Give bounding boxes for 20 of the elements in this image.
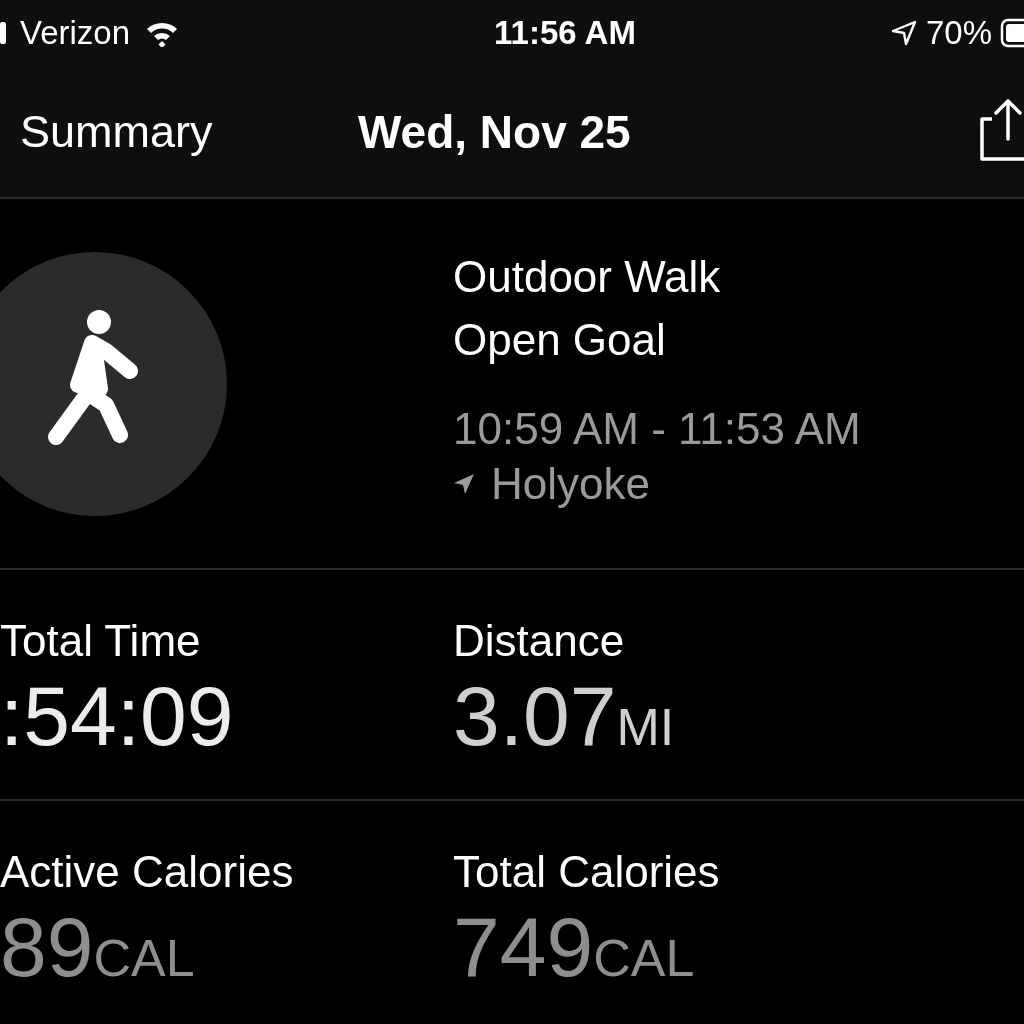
stat-label: Total Time — [0, 615, 202, 667]
stat-label: Total Calories — [453, 846, 720, 898]
stat-value: :54:09 — [0, 668, 235, 764]
carrier-name: Verizon — [20, 14, 131, 52]
stat-label: Distance — [453, 615, 626, 667]
battery-icon — [1000, 18, 1024, 48]
back-link[interactable]: Summary — [20, 105, 358, 158]
status-time: 11:56 AM — [494, 14, 636, 52]
location-arrow-icon — [889, 19, 918, 47]
battery-percent: 70% — [925, 14, 992, 52]
workout-name: Outdoor Walk — [453, 251, 722, 303]
workout-goal: Open Goal — [453, 314, 667, 366]
workout-time-range: 10:59 AM - 11:53 AM — [453, 403, 861, 455]
location-arrow-icon — [453, 473, 475, 495]
nav-title: Wed, Nov 25 — [358, 104, 632, 159]
stat-value: 749CAL — [453, 899, 696, 996]
stat-value: 89CAL — [0, 899, 196, 996]
workout-location: Holyoke — [491, 459, 650, 509]
stat-value: 3.07MI — [453, 668, 675, 765]
stat-label: Active Calories — [0, 846, 295, 898]
